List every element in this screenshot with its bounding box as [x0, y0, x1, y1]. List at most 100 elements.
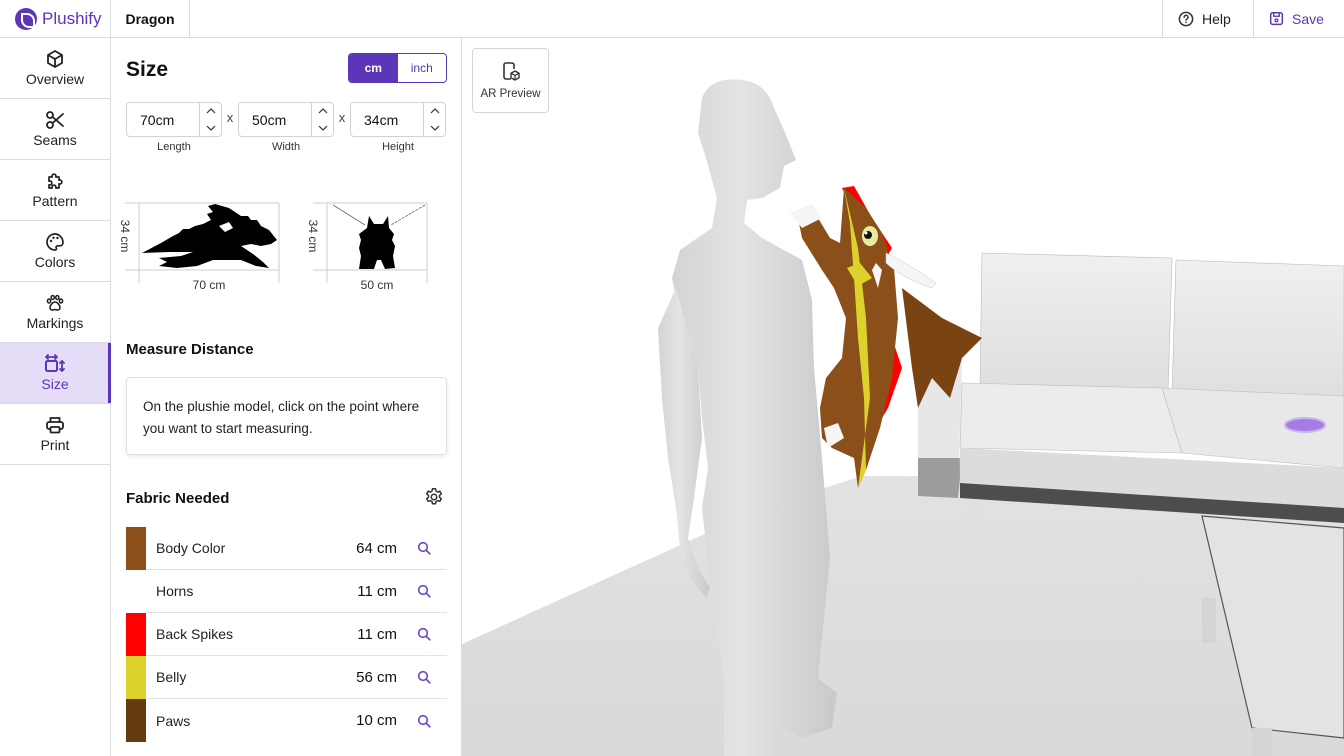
- 3d-viewport[interactable]: AR Preview: [462, 38, 1344, 756]
- search-icon: [417, 627, 431, 641]
- chevron-down-icon: [430, 125, 439, 131]
- paw-icon: [46, 294, 64, 311]
- width-decrement-button[interactable]: [312, 120, 333, 137]
- save-button[interactable]: Save: [1253, 0, 1344, 37]
- save-label: Save: [1292, 10, 1324, 27]
- resize-icon: [45, 354, 65, 372]
- ar-preview-label: AR Preview: [480, 88, 541, 100]
- fabric-color-swatch[interactable]: [126, 655, 146, 699]
- sidebar-label: Pattern: [32, 193, 78, 209]
- fabric-locate-button[interactable]: [417, 670, 447, 684]
- height-field-group: Height: [350, 102, 446, 153]
- measure-distance-title: Measure Distance: [126, 341, 254, 358]
- length-increment-button[interactable]: [200, 103, 221, 120]
- app-logo[interactable]: Plushify: [0, 0, 111, 37]
- panel-title: Size: [126, 58, 169, 81]
- chevron-down-icon: [206, 125, 215, 131]
- unit-toggle: cm inch: [348, 53, 447, 83]
- help-button[interactable]: Help: [1162, 0, 1253, 37]
- width-increment-button[interactable]: [312, 103, 333, 120]
- sidebar-label: Markings: [26, 315, 84, 331]
- fabric-row: Body Color 64 cm: [126, 526, 447, 570]
- measure-instruction-card: On the plushie model, click on the point…: [126, 377, 447, 455]
- height-stepper: [350, 102, 446, 137]
- fabric-needed-title: Fabric Needed: [126, 490, 230, 507]
- fabric-name: Horns: [156, 583, 194, 599]
- fabric-locate-button[interactable]: [417, 714, 447, 728]
- length-label: Length: [157, 141, 191, 153]
- dimension-inputs: Length x Width x Height: [126, 102, 446, 153]
- chevron-up-icon: [206, 108, 215, 114]
- dragon-front-silhouette: [359, 216, 395, 269]
- fabric-name: Body Color: [156, 540, 226, 556]
- document-title[interactable]: Dragon: [111, 0, 190, 37]
- search-icon: [417, 670, 431, 684]
- sidebar-item-overview[interactable]: Overview: [0, 38, 110, 99]
- length-decrement-button[interactable]: [200, 120, 221, 137]
- fabric-amount: 11 cm: [357, 582, 397, 600]
- printer-icon: [46, 417, 64, 434]
- search-icon: [417, 714, 431, 728]
- scissors-icon: [46, 111, 64, 129]
- fabric-settings-button[interactable]: [424, 487, 444, 512]
- sidebar-label: Overview: [25, 71, 85, 87]
- sidebar-item-markings[interactable]: Markings: [0, 282, 110, 343]
- sidebar-item-colors[interactable]: Colors: [0, 221, 110, 282]
- sidebar-item-print[interactable]: Print: [0, 404, 110, 465]
- front-width-label: 50 cm: [361, 278, 394, 292]
- fabric-locate-button[interactable]: [417, 627, 447, 641]
- ar-phone-icon: [502, 62, 520, 81]
- sidebar-label: Size: [41, 376, 69, 392]
- fabric-amount: 56 cm: [356, 668, 397, 686]
- front-height-label: 34 cm: [306, 220, 320, 253]
- fabric-color-swatch[interactable]: [126, 526, 146, 570]
- fabric-amount: 11 cm: [357, 625, 397, 643]
- search-icon: [417, 584, 431, 598]
- fabric-color-swatch[interactable]: [126, 699, 146, 742]
- size-panel: Size cm inch Length x Wid: [111, 38, 462, 756]
- width-field-group: Width: [238, 102, 334, 153]
- gear-icon: [425, 488, 443, 505]
- measure-marker: [1284, 417, 1326, 433]
- length-input[interactable]: [127, 103, 199, 136]
- 3d-scene[interactable]: [462, 38, 1344, 756]
- unit-cm-button[interactable]: cm: [349, 54, 398, 82]
- sidebar-label: Print: [40, 437, 70, 453]
- sidebar-label: Seams: [33, 132, 77, 148]
- fabric-name: Belly: [156, 669, 187, 685]
- fabric-list: Body Color 64 cm Horns 11 cm Back Spikes 11 c…: [126, 526, 447, 742]
- search-icon: [417, 541, 431, 555]
- width-input[interactable]: [239, 103, 311, 136]
- length-field-group: Length: [126, 102, 222, 153]
- sidebar-item-pattern[interactable]: Pattern: [0, 160, 110, 221]
- width-label: Width: [271, 141, 301, 153]
- fabric-amount: 10 cm: [356, 712, 397, 729]
- side-height-label: 34 cm: [118, 220, 132, 253]
- fabric-row: Belly 56 cm: [126, 655, 447, 699]
- times-separator: x: [226, 110, 234, 125]
- ar-preview-button[interactable]: AR Preview: [472, 48, 549, 113]
- height-increment-button[interactable]: [424, 103, 445, 120]
- fabric-color-swatch[interactable]: [126, 612, 146, 656]
- side-view-diagram: 34 cm 70 cm: [118, 202, 280, 292]
- size-silhouettes: 34 cm 70 cm 34 cm 50 cm: [118, 202, 428, 292]
- fabric-color-swatch[interactable]: [126, 569, 146, 613]
- fabric-locate-button[interactable]: [417, 584, 447, 598]
- chevron-up-icon: [430, 108, 439, 114]
- sidebar-item-seams[interactable]: Seams: [0, 99, 110, 160]
- length-stepper: [126, 102, 222, 137]
- fabric-row: Paws 10 cm: [126, 699, 447, 742]
- height-input[interactable]: [351, 103, 423, 136]
- times-separator: x: [338, 110, 346, 125]
- fabric-locate-button[interactable]: [417, 541, 447, 555]
- height-decrement-button[interactable]: [424, 120, 445, 137]
- unit-inch-button[interactable]: inch: [397, 54, 446, 82]
- width-stepper: [238, 102, 334, 137]
- palette-icon: [46, 233, 64, 251]
- dragon-side-silhouette: [142, 204, 277, 268]
- chevron-down-icon: [318, 125, 327, 131]
- sidebar-item-size[interactable]: Size: [0, 343, 111, 404]
- sidebar-label: Colors: [34, 254, 76, 270]
- side-length-label: 70 cm: [193, 278, 226, 292]
- chevron-up-icon: [318, 108, 327, 114]
